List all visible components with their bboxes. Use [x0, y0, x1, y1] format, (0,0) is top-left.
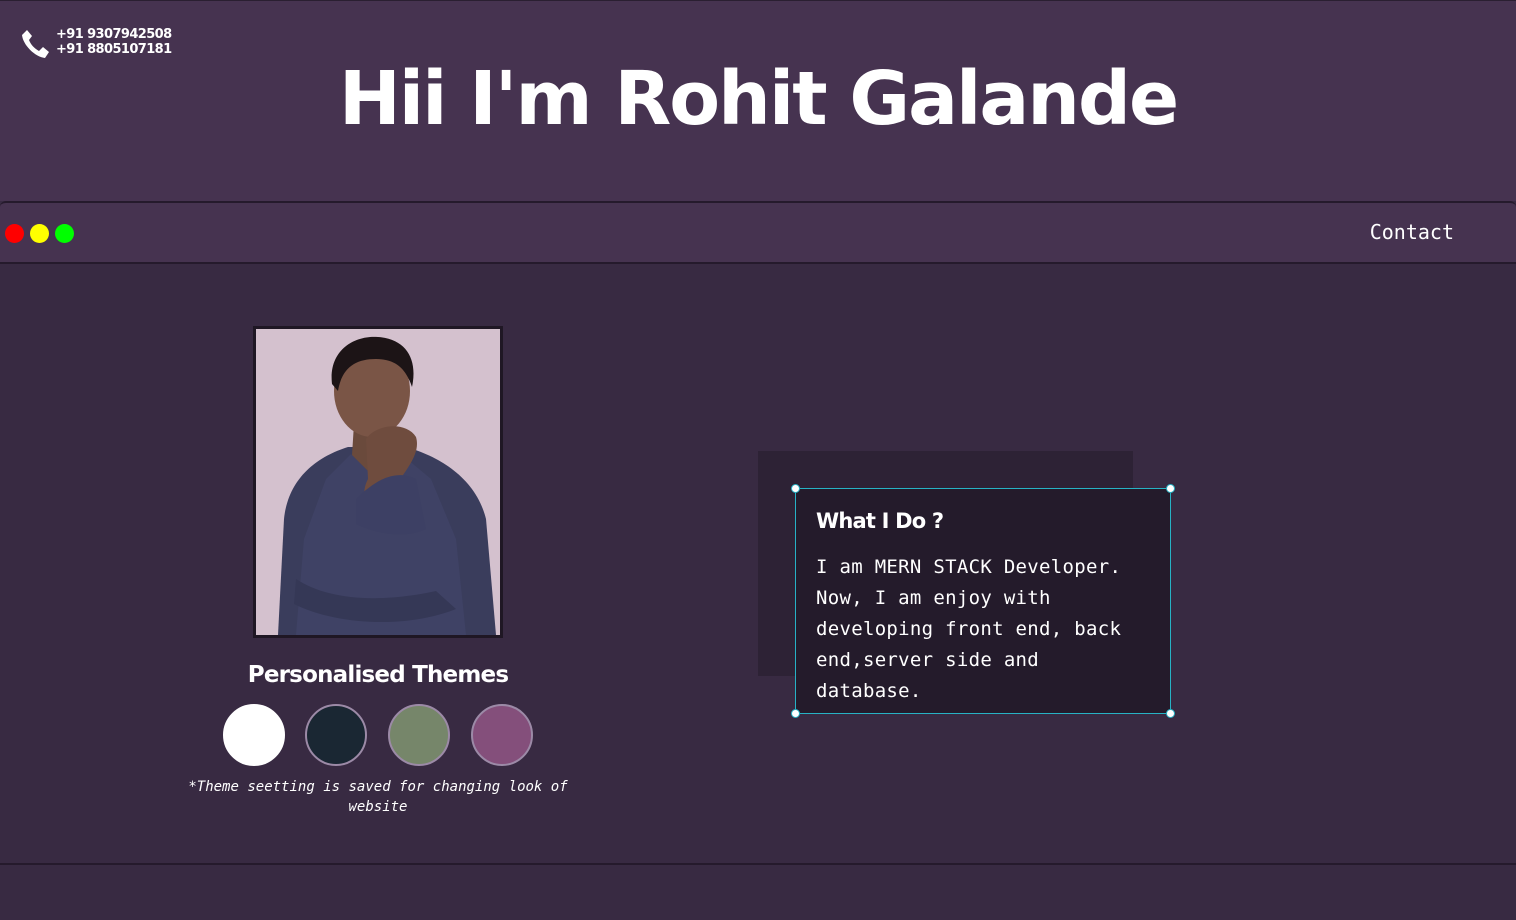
header: +91 9307942508 +91 8805107181 Hii I'm Ro… [0, 0, 1516, 201]
resize-handle-bottom-left[interactable] [791, 709, 800, 718]
themes-title: Personalised Themes [247, 662, 509, 688]
theme-swatch-sage-green[interactable] [388, 704, 450, 766]
resize-handle-top-left[interactable] [791, 484, 800, 493]
window-bar: Contact [0, 201, 1516, 264]
theme-note: *Theme seetting is saved for changing lo… [188, 779, 568, 815]
green-dot [55, 224, 74, 243]
hero-title: Hii I'm Rohit Galande [338, 56, 1179, 142]
theme-swatch-white[interactable] [223, 704, 285, 766]
resize-handle-bottom-right[interactable] [1166, 709, 1175, 718]
yellow-dot [30, 224, 49, 243]
contact-link[interactable]: Contact [1370, 220, 1454, 244]
theme-swatch-purple[interactable] [471, 704, 533, 766]
resize-handle-top-right[interactable] [1166, 484, 1175, 493]
profile-photo-image [256, 329, 500, 635]
red-dot [5, 224, 24, 243]
footer-divider [0, 863, 1516, 865]
what-i-do-title: What I Do ? [816, 509, 944, 533]
theme-swatch-dark-navy[interactable] [305, 704, 367, 766]
profile-photo [253, 326, 503, 638]
what-i-do-card: What I Do ? I am MERN STACK Developer. N… [795, 488, 1171, 714]
phone-number-1[interactable]: +91 9307942508 [56, 27, 172, 42]
what-i-do-text: I am MERN STACK Developer. Now, I am enj… [816, 556, 1122, 702]
portfolio-page: +91 9307942508 +91 8805107181 Hii I'm Ro… [0, 0, 1516, 920]
